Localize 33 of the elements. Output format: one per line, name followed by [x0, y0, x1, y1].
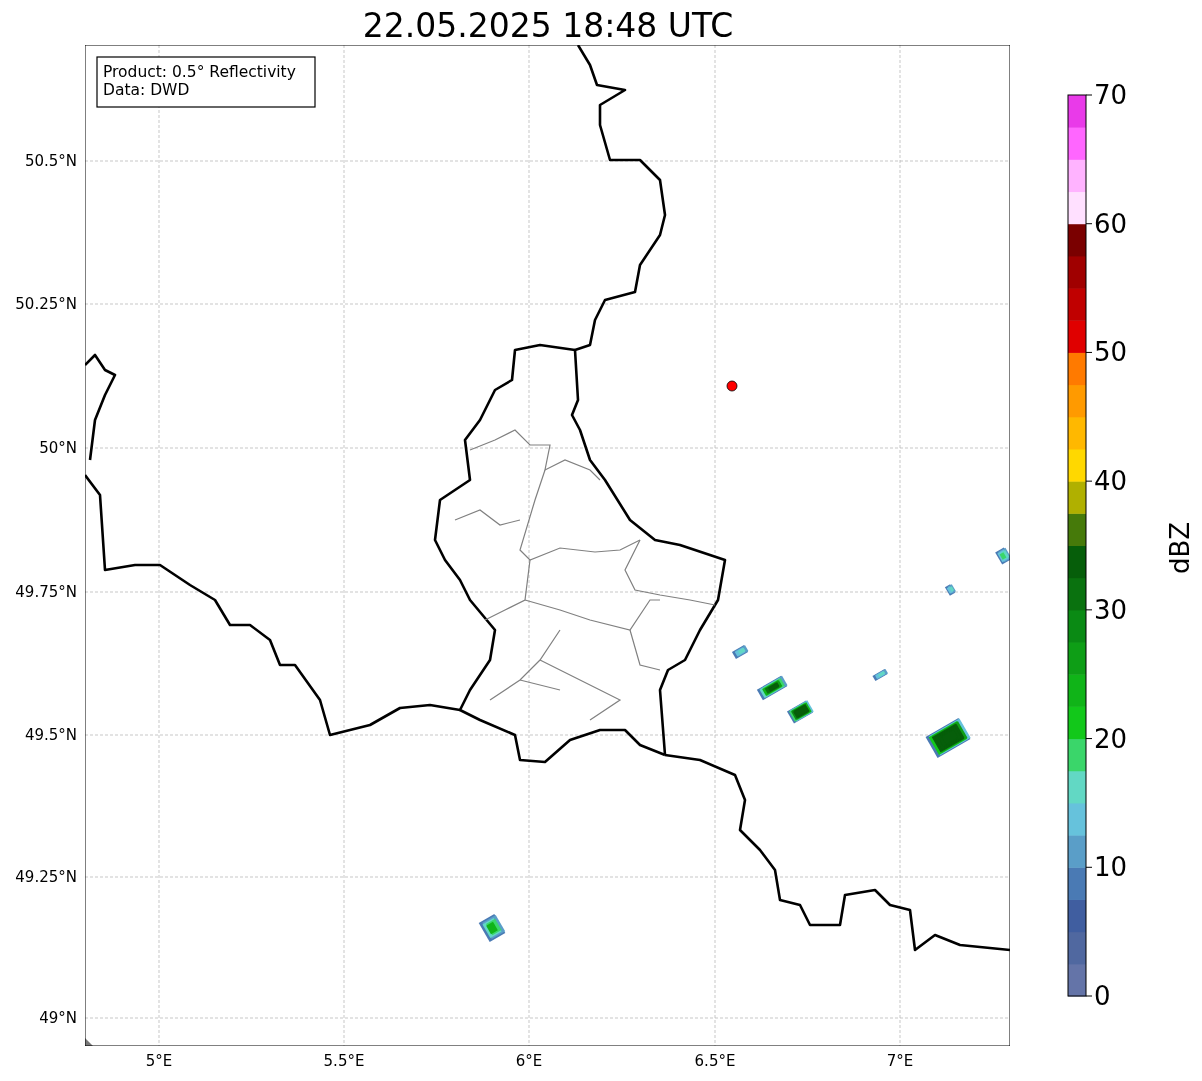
- colorbar-tick-label: 40: [1094, 466, 1128, 497]
- longitude-label: 5.5°E: [323, 1052, 365, 1070]
- latitude-label: 49°N: [39, 1009, 77, 1027]
- latitude-label: 49.25°N: [15, 868, 77, 886]
- colorbar-tick-label: 60: [1094, 208, 1128, 239]
- latitude-label: 50.5°N: [24, 152, 77, 170]
- colorbar-tick-label: 70: [1094, 80, 1128, 110]
- tick-mark: [1085, 351, 1093, 353]
- colorbar-label: dBZ: [1165, 521, 1195, 575]
- longitude-label: 6.5°E: [694, 1052, 736, 1070]
- colorbar-tick-label: 20: [1094, 723, 1128, 754]
- latitude-label: 50°N: [39, 439, 77, 457]
- longitude-label: 7°E: [886, 1052, 914, 1070]
- radar-site-marker: [726, 380, 738, 392]
- longitude-label: 6°E: [515, 1052, 543, 1070]
- tick-mark: [1085, 995, 1093, 997]
- latitude-label: 49.75°N: [15, 583, 77, 601]
- colorbar-tick-label: 0: [1094, 981, 1111, 1011]
- colorbar-tick-label: 30: [1094, 594, 1128, 625]
- tick-mark: [1085, 866, 1093, 868]
- latitude-label: 49.5°N: [24, 726, 77, 744]
- latitude-label: 50.25°N: [15, 295, 77, 313]
- tick-mark: [1085, 609, 1093, 611]
- tick-mark: [1085, 223, 1093, 225]
- colorbar-tick-label: 50: [1094, 337, 1128, 368]
- longitude-label: 5°E: [145, 1052, 173, 1070]
- tick-mark: [1085, 94, 1093, 96]
- chart-title: 22.05.2025 18:48 UTC: [362, 6, 734, 45]
- tick-mark: [1085, 480, 1093, 482]
- info-text: Data: DWD: [103, 81, 190, 99]
- info-text: Product: 0.5° Reflectivity: [103, 63, 296, 81]
- colorbar-tick-label: 10: [1094, 852, 1128, 883]
- tick-mark: [1085, 738, 1093, 740]
